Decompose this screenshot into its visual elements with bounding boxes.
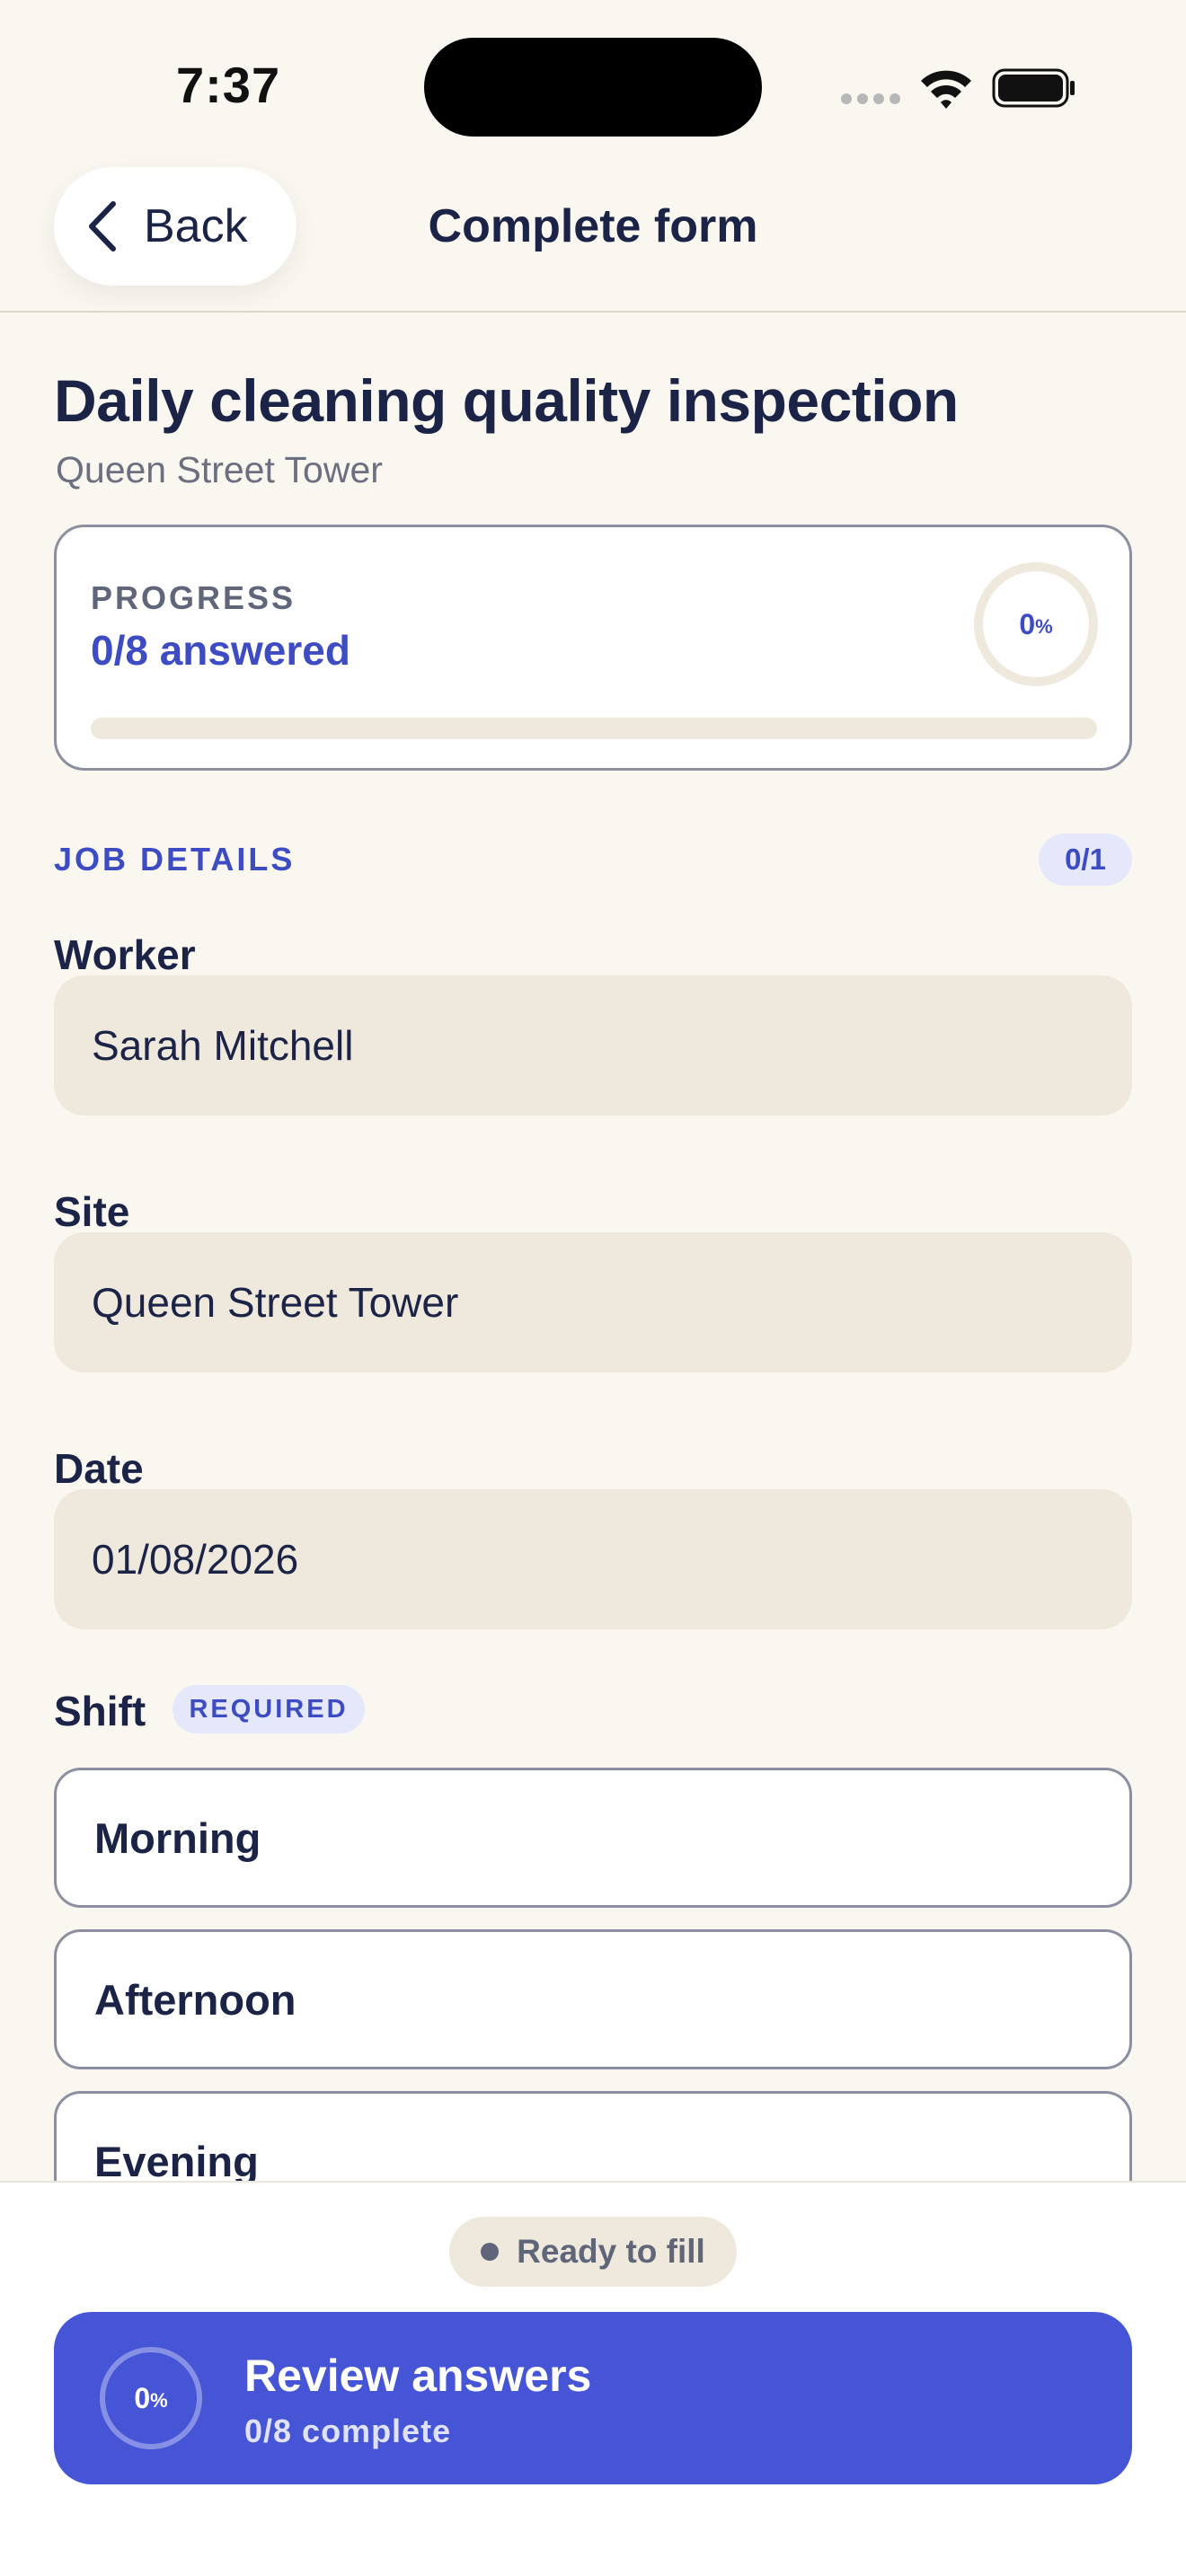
progress-answered: 0/8 answered xyxy=(91,627,350,674)
cellular-signal-icon xyxy=(841,93,900,104)
dynamic-island xyxy=(424,38,762,137)
progress-percent: 0 % xyxy=(971,560,1101,689)
shift-option-evening[interactable]: Evening xyxy=(54,2091,1132,2181)
site-value: Queen Street Tower xyxy=(92,1279,459,1326)
site-label: Site xyxy=(54,1188,130,1235)
shift-option-afternoon[interactable]: Afternoon xyxy=(54,1929,1132,2069)
progress-percent-sign: % xyxy=(1035,615,1053,638)
review-button-subtitle: 0/8 complete xyxy=(244,2413,452,2449)
section-count-badge: 0/1 xyxy=(1039,834,1132,886)
wifi-icon xyxy=(921,70,971,109)
section-header: JOB DETAILS 0/1 xyxy=(54,834,1132,887)
status-dot-icon xyxy=(481,2243,500,2261)
form-title: Daily cleaning quality inspection xyxy=(54,367,959,434)
site-field[interactable]: Queen Street Tower xyxy=(54,1232,1132,1372)
date-label: Date xyxy=(54,1445,144,1492)
review-answers-button[interactable]: 0 % Review answers 0/8 complete xyxy=(54,2312,1132,2484)
button-progress-percent: 0 % xyxy=(97,2344,205,2452)
progress-label: PROGRESS xyxy=(91,579,296,616)
nav-title: Complete form xyxy=(428,200,758,252)
date-field[interactable]: 01/08/2026 xyxy=(54,1489,1132,1629)
shift-label: Shift xyxy=(54,1688,146,1734)
section-title: JOB DETAILS xyxy=(54,841,296,878)
progress-card: PROGRESS 0/8 answered 0 % xyxy=(54,525,1132,771)
status-time: 7:37 xyxy=(176,57,281,113)
form-content[interactable]: Daily cleaning quality inspection Queen … xyxy=(54,313,1132,2181)
worker-label: Worker xyxy=(54,931,196,978)
required-badge: REQUIRED xyxy=(173,1685,365,1734)
review-button-title: Review answers xyxy=(244,2351,592,2401)
shift-option-label: Morning xyxy=(94,1813,261,1862)
button-percent-sign: % xyxy=(150,2389,168,2412)
bottom-action-bar: Ready to fill 0 % Review answers 0/8 com… xyxy=(0,2181,1186,2576)
worker-value: Sarah Mitchell xyxy=(92,1022,354,1069)
form-subtitle: Queen Street Tower xyxy=(56,449,383,490)
date-value: 01/08/2026 xyxy=(92,1536,299,1583)
status-bar: 7:37 xyxy=(0,0,1186,153)
status-chip: Ready to fill xyxy=(449,2217,737,2287)
progress-bar xyxy=(91,718,1097,739)
status-chip-label: Ready to fill xyxy=(517,2233,705,2270)
worker-field[interactable]: Sarah Mitchell xyxy=(54,975,1132,1116)
progress-percent-number: 0 xyxy=(1019,607,1036,640)
shift-option-morning[interactable]: Morning xyxy=(54,1768,1132,1908)
shift-option-label: Evening xyxy=(94,2137,259,2182)
shift-option-label: Afternoon xyxy=(94,1975,296,2024)
battery-icon xyxy=(992,68,1075,108)
button-percent-number: 0 xyxy=(134,2381,151,2414)
nav-bar: Back Complete form xyxy=(0,153,1186,313)
